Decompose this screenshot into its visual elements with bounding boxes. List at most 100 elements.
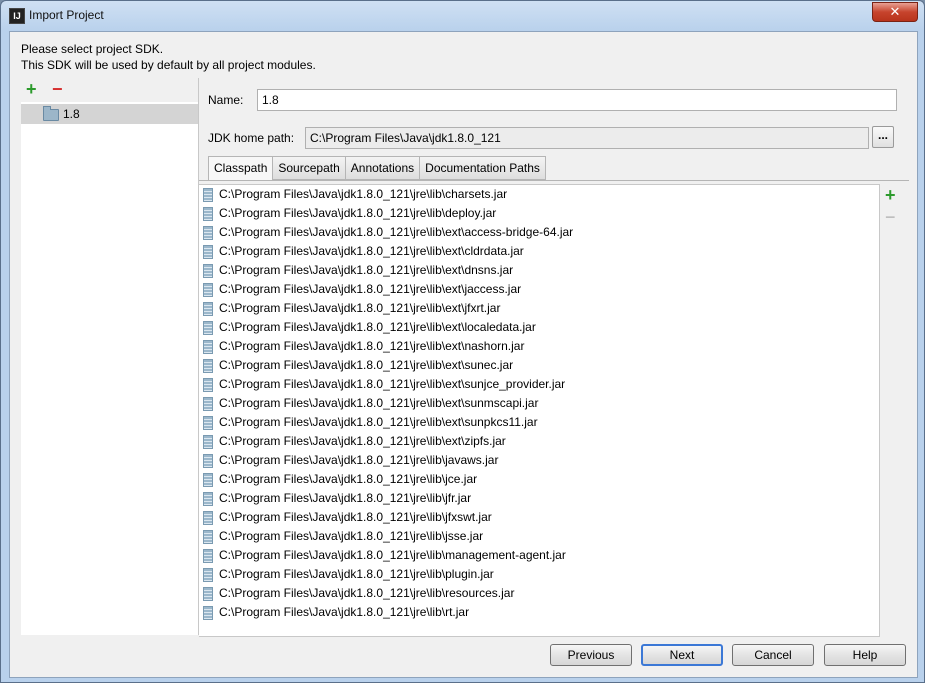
classpath-entry[interactable]: C:\Program Files\Java\jdk1.8.0_121\jre\l… [199,185,879,204]
next-button[interactable]: Next [641,644,723,666]
classpath-entry-path: C:\Program Files\Java\jdk1.8.0_121\jre\l… [219,453,499,467]
jar-icon [203,492,213,506]
classpath-entry[interactable]: C:\Program Files\Java\jdk1.8.0_121\jre\l… [199,413,879,432]
jar-icon [203,340,213,354]
jar-icon [203,359,213,373]
classpath-entry-path: C:\Program Files\Java\jdk1.8.0_121\jre\l… [219,567,494,581]
classpath-entry-path: C:\Program Files\Java\jdk1.8.0_121\jre\l… [219,377,566,391]
next-button-label: Next [669,648,695,662]
classpath-entry[interactable]: C:\Program Files\Java\jdk1.8.0_121\jre\l… [199,204,879,223]
tab-classpath[interactable]: Classpath [208,156,274,181]
sdk-details-panel: Name: 1.8 JDK home path: C:\Program File… [199,78,915,637]
jar-icon [203,302,213,316]
sdk-list-toolbar: + − [21,78,198,102]
import-project-window: IJ Import Project ✕ Please select projec… [0,0,925,683]
title-bar[interactable]: IJ Import Project ✕ [1,1,924,31]
classpath-entry-path: C:\Program Files\Java\jdk1.8.0_121\jre\l… [219,396,539,410]
classpath-entry[interactable]: C:\Program Files\Java\jdk1.8.0_121\jre\l… [199,242,879,261]
jar-icon [203,587,213,601]
jar-icon [203,568,213,582]
classpath-entry[interactable]: C:\Program Files\Java\jdk1.8.0_121\jre\l… [199,603,879,622]
classpath-entry[interactable]: C:\Program Files\Java\jdk1.8.0_121\jre\l… [199,527,879,546]
jar-icon [203,378,213,392]
classpath-entry-path: C:\Program Files\Java\jdk1.8.0_121\jre\l… [219,225,574,239]
help-button[interactable]: Help [824,644,906,666]
classpath-entry[interactable]: C:\Program Files\Java\jdk1.8.0_121\jre\l… [199,375,879,394]
previous-button[interactable]: Previous [550,644,632,666]
classpath-entry-path: C:\Program Files\Java\jdk1.8.0_121\jre\l… [219,415,538,429]
classpath-entry-path: C:\Program Files\Java\jdk1.8.0_121\jre\l… [219,358,514,372]
tab-annotations[interactable]: Annotations [344,156,421,180]
close-button[interactable]: ✕ [872,2,918,22]
classpath-entry[interactable]: C:\Program Files\Java\jdk1.8.0_121\jre\l… [199,451,879,470]
remove-sdk-icon[interactable]: − [52,80,63,98]
classpath-entry-path: C:\Program Files\Java\jdk1.8.0_121\jre\l… [219,510,492,524]
sdk-message-line-2: This SDK will be used by default by all … [21,58,316,72]
classpath-entry-path: C:\Program Files\Java\jdk1.8.0_121\jre\l… [219,472,478,486]
remove-path-icon[interactable]: − [885,208,896,226]
sdk-message: Please select project SDK. This SDK will… [21,41,316,73]
cancel-button[interactable]: Cancel [732,644,814,666]
jar-icon [203,188,213,202]
classpath-entry-path: C:\Program Files\Java\jdk1.8.0_121\jre\l… [219,586,515,600]
folder-icon [43,106,59,121]
tab-bar: Classpath Sourcepath Annotations Documen… [208,156,546,181]
tab-documentation-paths[interactable]: Documentation Paths [419,156,546,180]
classpath-list[interactable]: C:\Program Files\Java\jdk1.8.0_121\jre\l… [199,184,880,637]
classpath-entry-path: C:\Program Files\Java\jdk1.8.0_121\jre\l… [219,282,522,296]
classpath-entry[interactable]: C:\Program Files\Java\jdk1.8.0_121\jre\l… [199,508,879,527]
tab-divider [199,180,909,181]
jar-icon [203,530,213,544]
classpath-entry-path: C:\Program Files\Java\jdk1.8.0_121\jre\l… [219,434,506,448]
classpath-entry[interactable]: C:\Program Files\Java\jdk1.8.0_121\jre\l… [199,280,879,299]
classpath-entry[interactable]: C:\Program Files\Java\jdk1.8.0_121\jre\l… [199,470,879,489]
jar-icon [203,473,213,487]
add-sdk-icon[interactable]: + [26,80,37,98]
jar-icon [203,245,213,259]
classpath-entry-path: C:\Program Files\Java\jdk1.8.0_121\jre\l… [219,244,524,258]
classpath-entry[interactable]: C:\Program Files\Java\jdk1.8.0_121\jre\l… [199,337,879,356]
classpath-entry-path: C:\Program Files\Java\jdk1.8.0_121\jre\l… [219,339,525,353]
classpath-entry[interactable]: C:\Program Files\Java\jdk1.8.0_121\jre\l… [199,299,879,318]
help-button-label: Help [852,648,878,662]
jar-icon [203,321,213,335]
sdk-list-panel: + − 1.8 [21,78,199,635]
classpath-entry-path: C:\Program Files\Java\jdk1.8.0_121\jre\l… [219,187,508,201]
jar-icon [203,435,213,449]
name-label: Name: [208,93,244,107]
sdk-item-1-8[interactable]: 1.8 [21,104,198,124]
jdk-home-path-field[interactable]: C:\Program Files\Java\jdk1.8.0_121 [305,127,869,149]
previous-button-label: Previous [567,648,615,662]
classpath-entry-path: C:\Program Files\Java\jdk1.8.0_121\jre\l… [219,320,536,334]
jar-icon [203,549,213,563]
close-icon: ✕ [889,4,901,19]
jar-icon [203,226,213,240]
classpath-entry[interactable]: C:\Program Files\Java\jdk1.8.0_121\jre\l… [199,261,879,280]
classpath-entry[interactable]: C:\Program Files\Java\jdk1.8.0_121\jre\l… [199,432,879,451]
jar-icon [203,511,213,525]
classpath-entry-path: C:\Program Files\Java\jdk1.8.0_121\jre\l… [219,548,566,562]
classpath-entry[interactable]: C:\Program Files\Java\jdk1.8.0_121\jre\l… [199,489,879,508]
sdk-message-line-1: Please select project SDK. [21,42,164,56]
tab-sourcepath[interactable]: Sourcepath [272,156,346,180]
jar-icon [203,264,213,278]
sdk-item-label: 1.8 [63,107,80,121]
dialog-body: Please select project SDK. This SDK will… [9,31,918,678]
classpath-entry[interactable]: C:\Program Files\Java\jdk1.8.0_121\jre\l… [199,394,879,413]
classpath-entry[interactable]: C:\Program Files\Java\jdk1.8.0_121\jre\l… [199,223,879,242]
classpath-entry[interactable]: C:\Program Files\Java\jdk1.8.0_121\jre\l… [199,565,879,584]
jar-icon [203,454,213,468]
jar-icon [203,283,213,297]
classpath-entry[interactable]: C:\Program Files\Java\jdk1.8.0_121\jre\l… [199,584,879,603]
classpath-entry[interactable]: C:\Program Files\Java\jdk1.8.0_121\jre\l… [199,546,879,565]
jar-icon [203,397,213,411]
add-path-icon[interactable]: + [885,186,896,204]
classpath-entry-path: C:\Program Files\Java\jdk1.8.0_121\jre\l… [219,206,497,220]
cancel-button-label: Cancel [754,648,792,662]
window-title: Import Project [29,8,104,22]
classpath-entry[interactable]: C:\Program Files\Java\jdk1.8.0_121\jre\l… [199,318,879,337]
name-input[interactable]: 1.8 [257,89,897,111]
browse-button[interactable]: ... [872,126,894,148]
classpath-entry-path: C:\Program Files\Java\jdk1.8.0_121\jre\l… [219,263,514,277]
classpath-entry[interactable]: C:\Program Files\Java\jdk1.8.0_121\jre\l… [199,356,879,375]
